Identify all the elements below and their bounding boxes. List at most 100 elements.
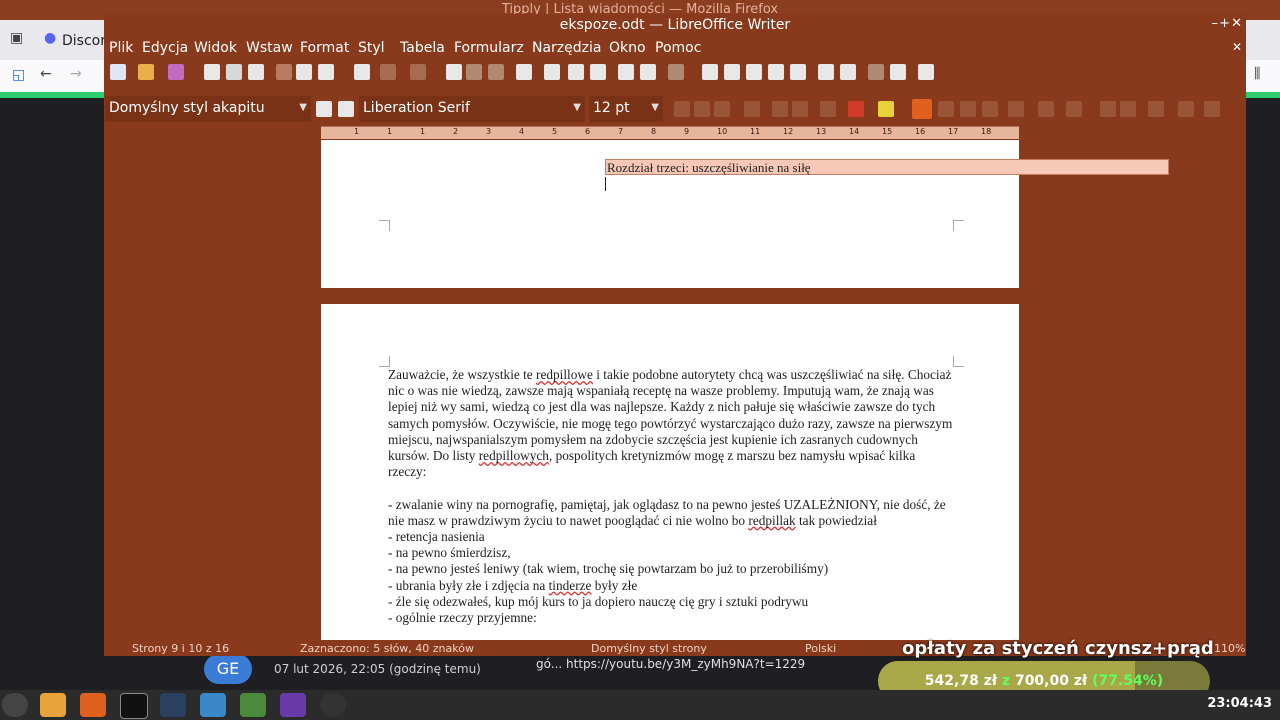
cut-icon[interactable] xyxy=(276,64,292,80)
insert-chart-icon[interactable] xyxy=(568,64,584,80)
indent-decrease-icon[interactable] xyxy=(1120,101,1136,117)
copy-icon[interactable] xyxy=(296,64,312,80)
font-color-icon[interactable] xyxy=(848,101,864,117)
bullet-list-icon[interactable] xyxy=(1008,101,1024,117)
page-style[interactable]: Domyślny styl strony xyxy=(591,642,707,655)
paragraph[interactable]: - ubrania były złe i zdjęcia na tinderze… xyxy=(388,578,954,594)
numbered-list-icon[interactable] xyxy=(1038,101,1054,117)
page-9[interactable]: Rozdział trzeci: uszczęśliwianie na siłę xyxy=(321,140,1169,288)
document-area[interactable]: Rozdział trzeci: uszczęśliwianie na siłę… xyxy=(104,140,1246,640)
word-count[interactable]: Zaznaczono: 5 słów, 40 znaków xyxy=(300,642,474,655)
bookmark-icon[interactable] xyxy=(768,64,784,80)
steam-icon[interactable] xyxy=(160,693,186,717)
superscript-icon[interactable] xyxy=(772,101,788,117)
obs-icon[interactable] xyxy=(320,693,346,717)
clone-formatting-icon[interactable] xyxy=(354,64,370,80)
insert-table-icon[interactable] xyxy=(516,64,532,80)
paste-icon[interactable] xyxy=(318,64,334,80)
align-right-icon[interactable] xyxy=(960,101,976,117)
new-style-icon[interactable] xyxy=(338,101,354,117)
insert-field-icon[interactable] xyxy=(640,64,656,80)
menu-formularz[interactable]: Formularz xyxy=(454,40,524,56)
menu-wstaw[interactable]: Wstaw xyxy=(246,40,293,56)
align-left-icon[interactable] xyxy=(912,99,932,119)
italic-icon[interactable] xyxy=(694,101,710,117)
forward-icon[interactable]: → xyxy=(70,66,82,82)
font-size-select[interactable]: 12 pt ▼ xyxy=(589,96,663,122)
redo-icon[interactable] xyxy=(410,64,426,80)
paragraph[interactable]: - ogólnie rzeczy przyjemne: xyxy=(388,610,954,626)
paragraph[interactable] xyxy=(388,480,954,496)
paragraph[interactable]: - na pewno śmierdzisz, xyxy=(388,545,954,561)
writer-icon[interactable] xyxy=(200,693,226,717)
page-break-icon[interactable] xyxy=(618,64,634,80)
horizontal-ruler[interactable]: 1 1 1 2 3 4 5 6 7 8 9 10 11 12 13 14 15 … xyxy=(321,126,1019,139)
line-spacing-icon[interactable] xyxy=(1148,101,1164,117)
paragraph[interactable]: - zwalanie winy na pornografię, pamiętaj… xyxy=(388,497,954,529)
font-name-select[interactable]: Liberation Serif ▼ xyxy=(359,96,585,122)
insert-image-icon[interactable] xyxy=(544,64,560,80)
menu-tabela[interactable]: Tabela xyxy=(400,40,445,56)
menu-widok[interactable]: Widok xyxy=(194,40,237,56)
menu-okno[interactable]: Okno xyxy=(609,40,646,56)
update-style-icon[interactable] xyxy=(316,101,332,117)
document-body-text[interactable]: Zauważcie, że wszystkie te redpillowe i … xyxy=(388,367,954,626)
menu-plik[interactable]: Plik xyxy=(109,40,133,56)
more-options-icon[interactable] xyxy=(1204,101,1220,117)
insert-line-icon[interactable] xyxy=(868,64,884,80)
basic-shapes-icon[interactable] xyxy=(890,64,906,80)
print-icon[interactable] xyxy=(226,64,242,80)
app-launcher-icon[interactable] xyxy=(2,693,28,717)
spellcheck-icon[interactable] xyxy=(466,64,482,80)
draw-functions-icon[interactable] xyxy=(918,64,934,80)
clear-formatting-icon[interactable] xyxy=(820,101,836,117)
indent-increase-icon[interactable] xyxy=(1100,101,1116,117)
find-replace-icon[interactable] xyxy=(446,64,462,80)
undo-icon[interactable] xyxy=(380,64,396,80)
subscript-icon[interactable] xyxy=(792,101,808,117)
close-document-icon[interactable]: ✕ xyxy=(1232,40,1242,54)
menu-edycja[interactable]: Edycja xyxy=(142,40,188,56)
special-character-icon[interactable] xyxy=(668,64,684,80)
menu-format[interactable]: Format xyxy=(300,40,349,56)
message-link[interactable]: gó... https://youtu.be/y3M_zyMh9NA?t=122… xyxy=(536,656,876,672)
track-changes-icon[interactable] xyxy=(840,64,856,80)
comment-icon[interactable] xyxy=(818,64,834,80)
paragraph-style-select[interactable]: Domyślny styl akapitu ▼ xyxy=(105,96,311,122)
highlight-color-icon[interactable] xyxy=(878,101,894,117)
footnote-icon[interactable] xyxy=(724,64,740,80)
underline-icon[interactable] xyxy=(714,101,730,117)
insert-textbox-icon[interactable] xyxy=(590,64,606,80)
paragraph[interactable]: Zauważcie, że wszystkie te redpillowe i … xyxy=(388,367,954,480)
print-preview-icon[interactable] xyxy=(248,64,264,80)
paragraph[interactable]: - na pewno jesteś leniwy (tak wiem, troc… xyxy=(388,561,954,577)
export-pdf-icon[interactable] xyxy=(204,64,220,80)
menu-styl[interactable]: Styl xyxy=(358,40,385,56)
chapter-heading[interactable]: Rozdział trzeci: uszczęśliwianie na siłę xyxy=(605,159,1169,175)
cross-reference-icon[interactable] xyxy=(790,64,806,80)
save-icon[interactable] xyxy=(168,64,184,80)
terminal-icon[interactable] xyxy=(120,693,148,719)
minimize-icon[interactable]: – xyxy=(1212,16,1219,31)
paragraph-spacing-icon[interactable] xyxy=(1178,101,1194,117)
tab-list-icon[interactable]: ▣ xyxy=(10,30,23,46)
page-count[interactable]: Strony 9 i 10 z 16 xyxy=(132,642,229,655)
new-document-icon[interactable] xyxy=(110,64,126,80)
justify-icon[interactable] xyxy=(982,101,998,117)
menu-narzedzia[interactable]: Narzędzia xyxy=(532,40,601,56)
maximize-icon[interactable]: + xyxy=(1219,16,1230,31)
formatting-marks-icon[interactable] xyxy=(488,64,504,80)
firefox-icon[interactable] xyxy=(80,693,106,717)
close-icon[interactable]: ✕ xyxy=(1231,16,1242,31)
language[interactable]: Polski xyxy=(805,642,836,655)
library-icon[interactable]: ⫼ xyxy=(1254,66,1260,82)
align-center-icon[interactable] xyxy=(938,101,954,117)
open-icon[interactable] xyxy=(138,64,154,80)
security-icon[interactable] xyxy=(240,693,266,717)
files-icon[interactable] xyxy=(40,693,66,717)
sidebar-icon[interactable]: ◱ xyxy=(12,67,25,83)
hyperlink-icon[interactable] xyxy=(702,64,718,80)
endnote-icon[interactable] xyxy=(746,64,762,80)
zoom-level[interactable]: 110% xyxy=(1214,642,1245,655)
back-icon[interactable]: ← xyxy=(40,66,52,82)
